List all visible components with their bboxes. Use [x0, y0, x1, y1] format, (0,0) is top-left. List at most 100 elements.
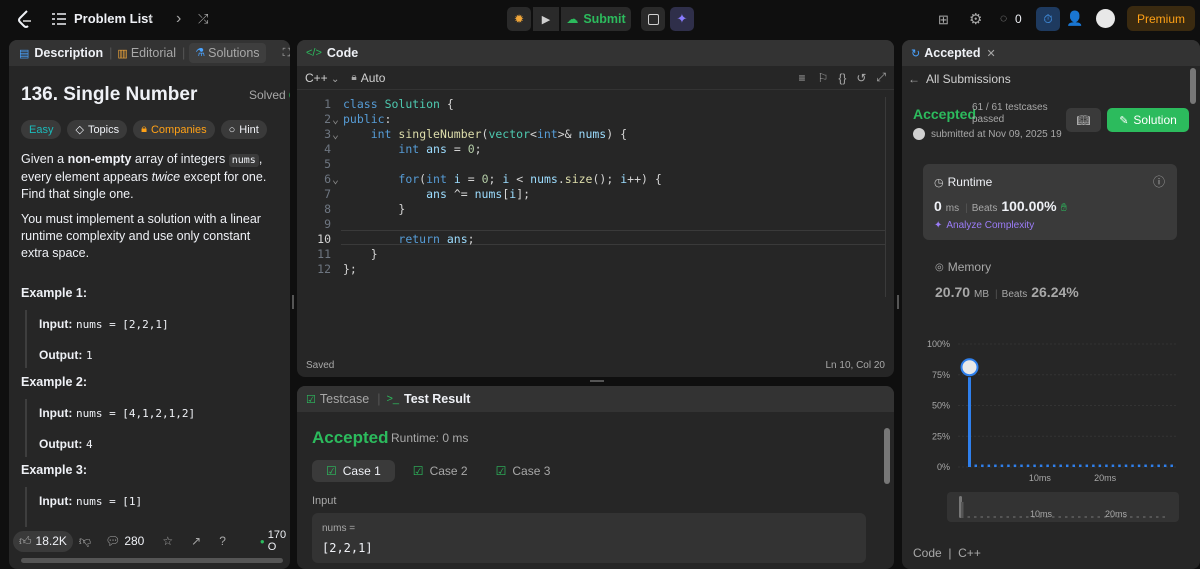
case-tab-2[interactable]: ☑ Case 2	[403, 460, 478, 482]
avatar[interactable]	[1096, 9, 1115, 28]
format-icon[interactable]: ≡	[799, 71, 806, 85]
bar[interactable]	[1163, 464, 1167, 467]
comment-count[interactable]: 280	[124, 534, 144, 548]
submission-tabs: ↻ Accepted ✕	[902, 40, 1200, 66]
run-button[interactable]: ▶	[533, 7, 559, 31]
bar[interactable]	[1039, 464, 1043, 467]
bar[interactable]	[1111, 464, 1115, 467]
solution-button[interactable]: ✎ Solution	[1107, 108, 1189, 132]
runtime-card[interactable]: ◷ Runtime ⓘ 0 ms | Beats 100.00% ✋︎ ✦ Ana…	[923, 164, 1177, 240]
bar[interactable]	[1065, 464, 1069, 467]
bar[interactable]	[1007, 464, 1010, 467]
all-submissions-link[interactable]: ← All Submissions	[908, 72, 1011, 86]
add-user-icon[interactable]: 👤	[1066, 10, 1083, 27]
notes-button[interactable]	[641, 7, 665, 31]
bar[interactable]	[981, 464, 984, 467]
premium-button[interactable]: Premium	[1127, 6, 1195, 31]
tab-test-result[interactable]: Test Result	[404, 392, 470, 406]
panel-resize-handle-right[interactable]	[897, 295, 899, 309]
flask-icon: ⚗	[195, 47, 206, 59]
tab-accepted[interactable]: Accepted	[924, 46, 980, 60]
auto-mode[interactable]: Auto	[361, 71, 386, 85]
topics-tag[interactable]: ◇ Topics	[67, 120, 128, 139]
bar[interactable]	[1150, 464, 1154, 467]
bar[interactable]	[1013, 464, 1017, 467]
case-tab-3[interactable]: ☑ Case 3	[486, 460, 561, 482]
ai-assistant-button[interactable]: ✦	[670, 7, 694, 31]
braces-icon[interactable]: {}	[838, 71, 846, 85]
tab-solutions[interactable]: ⚗ Solutions	[189, 43, 266, 63]
tab-testcase[interactable]: Testcase	[320, 392, 369, 406]
problem-list-link[interactable]: Problem List	[74, 11, 153, 26]
bar[interactable]	[1098, 464, 1102, 467]
case-tab-1[interactable]: ☑ Case 1	[312, 460, 395, 482]
gear-icon[interactable]: ⚙	[969, 10, 982, 28]
bar[interactable]	[1020, 464, 1023, 467]
bar[interactable]	[1046, 464, 1049, 467]
bar[interactable]	[1026, 464, 1030, 467]
panel-resize-handle-middle[interactable]	[590, 380, 604, 382]
mini-bar	[961, 501, 964, 518]
submit-button[interactable]: ☁ Submit	[561, 7, 631, 31]
language-select[interactable]: C++ ⌄	[305, 71, 339, 85]
bar[interactable]	[1131, 464, 1134, 467]
chevron-right-icon[interactable]: ›	[176, 10, 181, 28]
result-scrollbar[interactable]	[884, 428, 890, 484]
debug-button[interactable]: ✹	[507, 7, 531, 31]
bar[interactable]	[1144, 464, 1147, 467]
bar[interactable]	[1072, 464, 1076, 467]
bar[interactable]	[1033, 464, 1036, 467]
leetcode-logo-icon[interactable]	[16, 10, 34, 28]
bar[interactable]	[1137, 464, 1141, 467]
memory-section[interactable]: ◎ Memory 20.70 MB | Beats 26.24%	[935, 260, 1079, 300]
bar[interactable]	[1124, 464, 1128, 467]
reset-icon[interactable]: ↺	[856, 71, 866, 85]
comment-icon[interactable]: 💬︎	[105, 534, 120, 548]
info-icon[interactable]: ⓘ	[1153, 173, 1165, 190]
star-icon[interactable]: ☆	[162, 534, 173, 548]
chevron-left-icon[interactable]: ‹	[148, 10, 153, 28]
problem-list-icon[interactable]	[52, 12, 66, 26]
expand-icon[interactable]: ⛶	[283, 47, 290, 60]
bar[interactable]	[968, 377, 971, 467]
companies-tag[interactable]: 🔒︎ Companies	[133, 120, 215, 139]
bookmark-icon[interactable]: ⚐	[818, 71, 829, 85]
analyze-complexity-link[interactable]: ✦ Analyze Complexity	[934, 220, 1034, 231]
bar[interactable]	[1079, 464, 1082, 467]
horizontal-scrollbar[interactable]	[21, 558, 283, 563]
bar[interactable]	[987, 464, 991, 467]
editorial-button[interactable]: 📖︎	[1066, 108, 1101, 132]
chart-range-slider[interactable]: 10ms 20ms	[947, 492, 1179, 522]
bar[interactable]	[1157, 464, 1160, 467]
bar[interactable]	[1170, 464, 1173, 467]
input-value: [2,2,1]	[322, 541, 373, 555]
bar[interactable]	[1059, 464, 1062, 467]
help-icon[interactable]: ?	[219, 534, 226, 548]
bar[interactable]	[974, 464, 978, 467]
panel-resize-handle-left[interactable]	[292, 295, 294, 309]
bar[interactable]	[1085, 464, 1089, 467]
editor-scrollbar[interactable]	[885, 97, 886, 297]
shuffle-icon[interactable]: ⤮	[198, 11, 208, 27]
bug-icon: ✹	[513, 12, 525, 26]
thumbs-down-icon[interactable]: 👎︎	[79, 534, 91, 549]
tab-editorial[interactable]: Editorial	[131, 46, 176, 60]
bar[interactable]	[1105, 464, 1108, 467]
bar[interactable]	[1118, 464, 1121, 467]
difficulty-tag[interactable]: Easy	[21, 120, 62, 139]
submission-scrollbar[interactable]	[1190, 68, 1196, 104]
flame-icon[interactable]: ◌	[1000, 11, 1007, 25]
tab-description[interactable]: Description	[34, 46, 103, 60]
bar[interactable]	[1000, 464, 1004, 467]
maximize-icon[interactable]: ⤢	[876, 70, 886, 85]
bar[interactable]	[994, 464, 997, 467]
share-icon[interactable]: ↗	[191, 534, 201, 548]
code-editor[interactable]: 1 2 3 4 5 6 7 8 9 10 11 12 ⌄ ⌄ ⌄ class Solution { pu…	[297, 97, 894, 297]
timer-button[interactable]: ⏱	[1036, 7, 1060, 31]
layout-icon[interactable]: ⊞	[938, 12, 949, 28]
bar[interactable]	[1092, 464, 1095, 467]
like-button[interactable]: 👍︎ 18.2K	[13, 530, 73, 552]
hint-tag[interactable]: ○ Hint	[220, 120, 267, 139]
bar[interactable]	[1052, 464, 1056, 467]
close-icon[interactable]: ✕	[987, 47, 996, 60]
